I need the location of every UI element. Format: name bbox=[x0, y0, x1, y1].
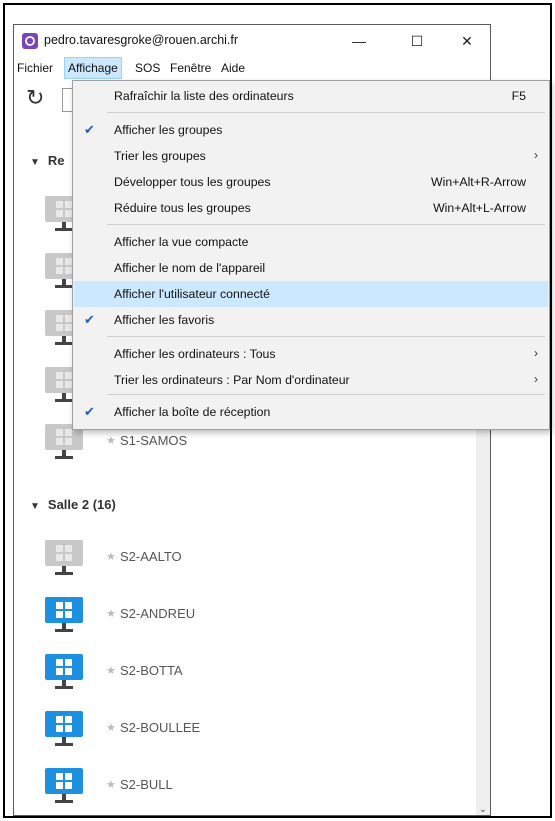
menu-separator bbox=[107, 336, 545, 337]
computer-offline-icon bbox=[44, 539, 84, 577]
menu-item[interactable]: Trier les groupes › bbox=[74, 143, 548, 169]
collapse-triangle-icon[interactable]: ▼ bbox=[30, 157, 40, 168]
menu-item-label: Afficher la boîte de réception bbox=[114, 405, 271, 419]
submenu-arrow-icon: › bbox=[534, 372, 538, 386]
favorite-star-icon[interactable]: ★ bbox=[106, 778, 116, 791]
minimize-button[interactable]: — bbox=[336, 25, 382, 57]
favorite-star-icon[interactable]: ★ bbox=[106, 607, 116, 620]
menu-item-label: Afficher la vue compacte bbox=[114, 235, 249, 249]
menu-item[interactable]: Afficher le nom de l'appareil bbox=[74, 255, 548, 281]
menu-item[interactable]: ✔ Afficher les groupes bbox=[74, 117, 548, 143]
menu-item[interactable]: Afficher la vue compacte bbox=[74, 229, 548, 255]
menu-item[interactable]: ✔ Afficher la boîte de réception bbox=[74, 399, 548, 425]
computer-name: S2-BOULLEE bbox=[120, 720, 201, 735]
checkmark-icon: ✔ bbox=[84, 404, 95, 419]
menu-affichage[interactable]: Affichage bbox=[64, 57, 122, 79]
maximize-button[interactable]: ☐ bbox=[394, 25, 440, 57]
affichage-dropdown-menu: Rafraîchir la liste des ordinateurs F5 ✔ Af… bbox=[72, 80, 550, 430]
favorite-star-icon[interactable]: ★ bbox=[106, 434, 116, 447]
computer-row[interactable]: ★ S2-ANDREU bbox=[44, 596, 464, 636]
menu-item[interactable]: Rafraîchir la liste des ordinateurs F5 bbox=[74, 83, 548, 109]
refresh-icon[interactable]: ↻ bbox=[26, 87, 48, 109]
collapse-triangle-icon[interactable]: ▼ bbox=[30, 501, 40, 512]
scroll-down-icon[interactable]: ⌄ bbox=[478, 805, 488, 815]
computer-name: S2-ANDREU bbox=[120, 606, 196, 621]
computer-row[interactable]: ★ S2-BOTTA bbox=[44, 653, 464, 693]
checkmark-icon: ✔ bbox=[84, 312, 95, 327]
computer-online-icon bbox=[44, 653, 84, 691]
computer-name: S2-BOTTA bbox=[120, 663, 183, 678]
close-button[interactable]: ✕ bbox=[444, 25, 490, 57]
menu-item-label: Afficher les ordinateurs : Tous bbox=[114, 347, 276, 361]
menu-item-shortcut: Win+Alt+L-Arrow bbox=[433, 201, 526, 215]
computer-row[interactable]: ★ S2-BOULLEE bbox=[44, 710, 464, 750]
app-icon bbox=[22, 33, 38, 49]
favorite-star-icon[interactable]: ★ bbox=[106, 550, 116, 563]
computer-online-icon bbox=[44, 710, 84, 748]
menu-sos[interactable]: SOS bbox=[132, 57, 163, 79]
submenu-arrow-icon: › bbox=[534, 346, 538, 360]
window-title: pedro.tavaresgroke@rouen.archi.fr bbox=[44, 33, 239, 47]
menu-item-shortcut: F5 bbox=[511, 89, 526, 103]
menu-item-label: Afficher le nom de l'appareil bbox=[114, 261, 266, 275]
submenu-arrow-icon: › bbox=[534, 148, 538, 162]
menu-bar: Fichier Affichage SOS Fenêtre Aide bbox=[14, 57, 490, 79]
menu-fichier[interactable]: Fichier bbox=[14, 57, 56, 79]
menu-fenetre[interactable]: Fenêtre bbox=[167, 57, 214, 79]
menu-item[interactable]: Réduire tous les groupes Win+Alt+L-Arrow bbox=[74, 195, 548, 221]
menu-item-label: Afficher les favoris bbox=[114, 313, 215, 327]
menu-item-shortcut: Win+Alt+R-Arrow bbox=[431, 175, 526, 189]
menu-item[interactable]: Développer tous les groupes Win+Alt+R-Arr… bbox=[74, 169, 548, 195]
checkmark-icon: ✔ bbox=[84, 122, 95, 137]
computer-name: S1-SAMOS bbox=[120, 433, 188, 448]
group-header[interactable]: ▼ Salle 2 (16) bbox=[30, 497, 116, 517]
group-name: Re bbox=[47, 153, 65, 168]
menu-item-label: Trier les groupes bbox=[114, 149, 206, 163]
computer-online-icon bbox=[44, 596, 84, 634]
menu-item-label: Rafraîchir la liste des ordinateurs bbox=[114, 89, 294, 103]
menu-item[interactable]: Trier les ordinateurs : Par Nom d'ordina… bbox=[74, 367, 548, 393]
menu-item[interactable]: Afficher les ordinateurs : Tous › bbox=[74, 341, 548, 367]
menu-separator bbox=[107, 112, 545, 113]
menu-item-label: Réduire tous les groupes bbox=[114, 201, 251, 215]
menu-item-label: Afficher l'utilisateur connecté bbox=[114, 287, 270, 301]
favorite-star-icon[interactable]: ★ bbox=[106, 721, 116, 734]
title-bar: pedro.tavaresgroke@rouen.archi.fr — ☐ ✕ bbox=[14, 25, 490, 57]
menu-item[interactable]: Afficher l'utilisateur connecté bbox=[74, 281, 548, 307]
menu-aide[interactable]: Aide bbox=[218, 57, 248, 79]
menu-item-label: Trier les ordinateurs : Par Nom d'ordina… bbox=[114, 373, 350, 387]
computer-row[interactable]: ★ S2-BULL bbox=[44, 767, 464, 807]
menu-item-label: Développer tous les groupes bbox=[114, 175, 271, 189]
group-name: Salle 2 (16) bbox=[47, 497, 116, 512]
menu-item[interactable]: ✔ Afficher les favoris bbox=[74, 307, 548, 333]
menu-separator bbox=[107, 394, 545, 395]
computer-row[interactable]: ★ S2-AALTO bbox=[44, 539, 464, 579]
group-header[interactable]: ▼ Re bbox=[30, 153, 65, 173]
menu-item-label: Afficher les groupes bbox=[114, 123, 223, 137]
menu-separator bbox=[107, 224, 545, 225]
computer-online-icon bbox=[44, 767, 84, 805]
computer-name: S2-AALTO bbox=[120, 549, 182, 564]
computer-name: S2-BULL bbox=[120, 777, 173, 792]
favorite-star-icon[interactable]: ★ bbox=[106, 664, 116, 677]
